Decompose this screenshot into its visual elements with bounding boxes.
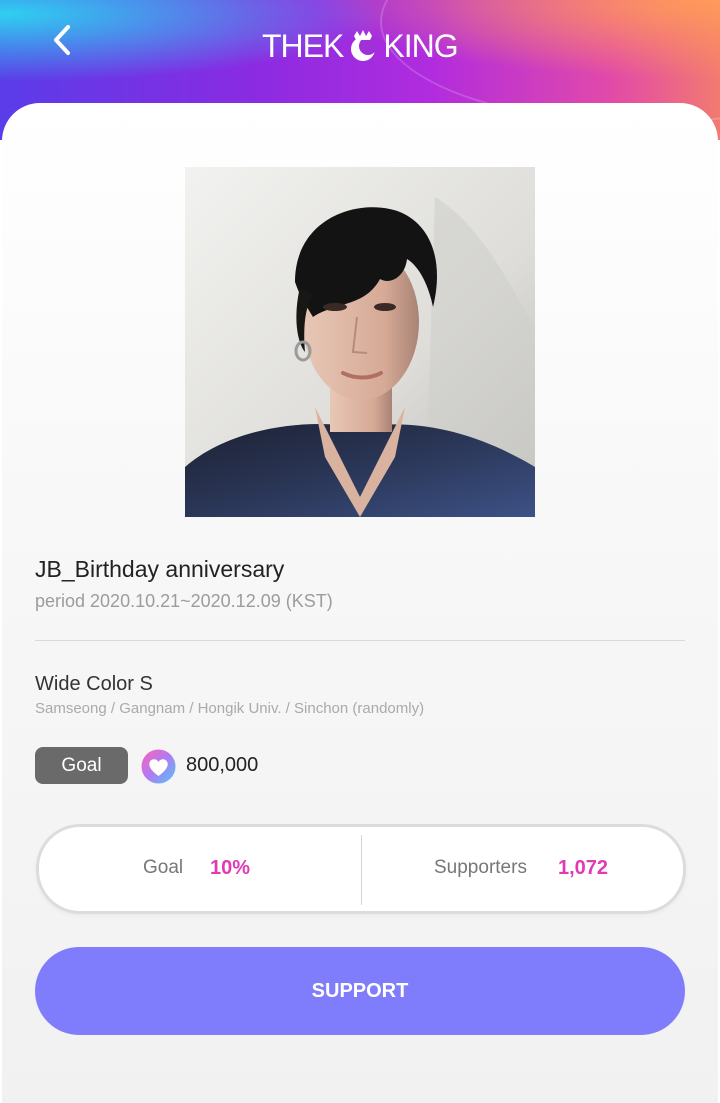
section-divider (35, 640, 685, 641)
product-name: Wide Color S (35, 673, 153, 695)
goal-badge: Goal (35, 747, 128, 784)
stat-goal-value: 10% (210, 857, 251, 879)
logo-text-left: THEK (262, 27, 344, 64)
stats-separator (361, 835, 362, 905)
support-button[interactable]: SUPPORT (35, 947, 685, 1035)
logo-text-right: KING (383, 27, 458, 64)
portrait-image (185, 167, 535, 517)
product-locations: Samseong / Gangnam / Hongik Univ. / Sinc… (35, 700, 425, 717)
campaign-photo (185, 167, 535, 517)
campaign-period: period 2020.10.21~2020.12.09 (KST) (35, 591, 333, 611)
heart-coin-icon (141, 749, 176, 784)
stat-supporters-label: Supporters (434, 857, 527, 878)
stat-goal-label: Goal (143, 857, 184, 878)
stats-panel: Goal 10% Supporters 1,072 (36, 824, 686, 914)
chevron-left-icon (54, 25, 70, 55)
stat-supporters-value: 1,072 (558, 857, 609, 879)
back-button[interactable] (40, 18, 84, 62)
goal-amount: 800,000 (186, 754, 259, 776)
campaign-title: JB_Birthday anniversary (35, 556, 285, 582)
app-logo: THEK KING (262, 24, 459, 68)
crown-moon-icon (351, 30, 378, 61)
